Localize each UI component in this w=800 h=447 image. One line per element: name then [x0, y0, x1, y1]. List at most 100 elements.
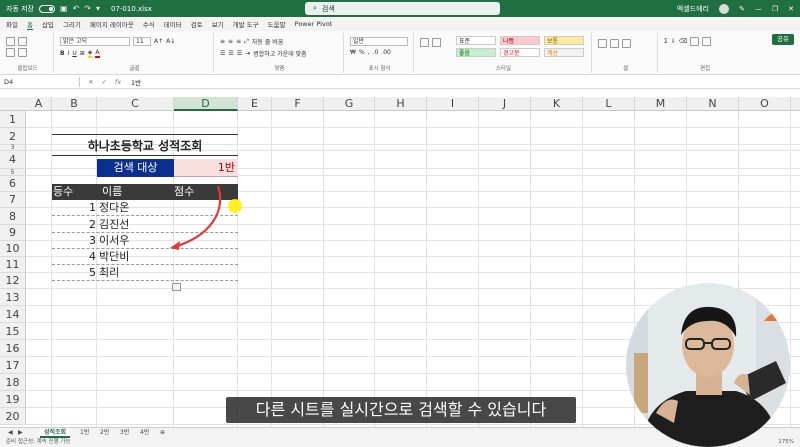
redo-icon[interactable]: ↷	[84, 4, 91, 13]
menu-power-pivot[interactable]: Power Pivot	[295, 20, 333, 28]
name-box[interactable]: D4	[0, 76, 80, 87]
rank-cell[interactable]: 5	[76, 265, 96, 281]
border-icon[interactable]: ⊞	[80, 50, 85, 57]
column-header-a[interactable]: A	[26, 97, 52, 111]
row-header-10[interactable]: 10	[0, 241, 26, 257]
row-header-19[interactable]: 19	[0, 391, 26, 408]
tab-sheet-4[interactable]: 4반	[136, 428, 153, 438]
formula-input[interactable]: 1반	[121, 77, 141, 87]
save-icon[interactable]: ▣	[60, 4, 68, 13]
row-header-7[interactable]: 7	[0, 192, 26, 208]
tab-scroll-right-icon[interactable]: ▶	[14, 428, 27, 438]
search-target-value[interactable]: 1반	[174, 159, 238, 177]
increase-decimal-icon[interactable]: .0	[373, 49, 379, 56]
add-sheet-icon[interactable]: ⊕	[156, 428, 169, 438]
row-header-1[interactable]: 1	[0, 111, 26, 128]
column-header-n[interactable]: N	[687, 97, 739, 111]
insert-cells-icon[interactable]	[598, 39, 607, 48]
find-select-icon[interactable]	[702, 37, 712, 46]
name-cell[interactable]: 최리	[99, 265, 119, 281]
row-header-4[interactable]: 4	[0, 151, 26, 169]
style-good[interactable]: 좋음	[456, 48, 496, 57]
search-box[interactable]: ⌕ 검색	[305, 2, 500, 15]
fill-color-icon[interactable]: ◈	[87, 49, 93, 58]
column-header-o[interactable]: O	[739, 97, 791, 111]
align-right-icon[interactable]: ☰	[237, 50, 242, 57]
currency-icon[interactable]: ₩	[350, 49, 356, 56]
minimize-icon[interactable]: —	[755, 5, 762, 13]
header-rank[interactable]: 등수	[53, 184, 74, 200]
user-avatar[interactable]	[718, 3, 729, 14]
font-name-field[interactable]: 맑은 고딕	[60, 37, 130, 46]
menu-insert[interactable]: 삽입	[42, 19, 54, 29]
row-header-12[interactable]: 12	[0, 273, 26, 289]
align-center-icon[interactable]: ☰	[228, 50, 233, 57]
search-target-label[interactable]: 검색 대상	[97, 159, 174, 177]
menu-home[interactable]: 홈	[26, 19, 33, 30]
conditional-format-icon[interactable]	[420, 38, 429, 47]
column-header-k[interactable]: K	[531, 97, 583, 111]
percent-icon[interactable]: %	[359, 49, 365, 56]
undo-icon[interactable]: ↶	[73, 4, 80, 13]
tab-sheet-3[interactable]: 3반	[116, 428, 133, 438]
number-format-field[interactable]: 일반	[350, 37, 408, 46]
row-header-8[interactable]: 8	[0, 208, 26, 225]
decrease-decimal-icon[interactable]: .00	[381, 49, 391, 56]
column-header-c[interactable]: C	[97, 97, 174, 111]
copy-icon[interactable]	[6, 48, 15, 57]
paste-options-icon[interactable]	[172, 283, 181, 291]
autosum-icon[interactable]: Σ	[664, 38, 668, 45]
column-header-f[interactable]: F	[272, 97, 324, 111]
close-icon[interactable]: ✕	[788, 5, 794, 13]
row-header-17[interactable]: 17	[0, 357, 26, 374]
align-bottom-icon[interactable]: ≡	[236, 38, 241, 45]
format-cells-icon[interactable]	[622, 39, 631, 48]
quick-access-dropdown-icon[interactable]: ▾	[96, 4, 100, 13]
column-header-l[interactable]: L	[583, 97, 635, 111]
menu-help[interactable]: 도움말	[268, 19, 286, 29]
user-name[interactable]: 엑셀드에리	[677, 4, 709, 14]
comma-icon[interactable]: ,	[368, 49, 370, 56]
cancel-icon[interactable]: ✕	[88, 78, 93, 86]
style-warning[interactable]: 경고문	[500, 48, 540, 57]
style-normal[interactable]: 표준	[456, 36, 496, 45]
cut-icon[interactable]	[18, 37, 27, 46]
row-header-13[interactable]: 13	[0, 289, 26, 306]
shrink-font-icon[interactable]: A↓	[166, 38, 175, 45]
restore-icon[interactable]: ❐	[772, 5, 778, 13]
rank-cell[interactable]: 4	[76, 249, 96, 265]
row-header-20[interactable]: 20	[0, 408, 26, 425]
clear-icon[interactable]: ⌫	[679, 38, 687, 45]
orientation-icon[interactable]: ⤢	[244, 38, 249, 46]
row-header-9[interactable]: 9	[0, 225, 26, 241]
row-header-16[interactable]: 16	[0, 340, 26, 357]
menu-page-layout[interactable]: 페이지 레이아웃	[90, 19, 134, 29]
style-calculation[interactable]: 계산	[544, 48, 584, 57]
format-as-table-icon[interactable]	[432, 38, 441, 47]
row-header-15[interactable]: 15	[0, 323, 26, 340]
menu-review[interactable]: 검토	[191, 19, 203, 29]
share-button[interactable]: 공유	[772, 34, 794, 45]
tab-sheet-1[interactable]: 1반	[76, 428, 93, 438]
menu-formulas[interactable]: 수식	[143, 19, 155, 29]
tab-sheet-2[interactable]: 2반	[96, 428, 113, 438]
name-cell[interactable]: 이서우	[99, 233, 129, 249]
style-bad[interactable]: 나쁨	[500, 36, 540, 45]
bold-icon[interactable]: B	[60, 50, 65, 57]
row-header-6[interactable]: 6	[0, 176, 26, 192]
column-header-h[interactable]: H	[375, 97, 427, 111]
align-left-icon[interactable]: ☰	[220, 50, 225, 57]
row-header-18[interactable]: 18	[0, 374, 26, 391]
delete-cells-icon[interactable]	[610, 39, 619, 48]
column-header-i[interactable]: I	[427, 97, 479, 111]
name-cell[interactable]: 박단비	[99, 249, 129, 265]
column-header-d[interactable]: D	[174, 97, 238, 111]
sheet-title[interactable]: 하나초등학교 성적조회	[52, 134, 238, 156]
grow-font-icon[interactable]: A↑	[154, 38, 163, 45]
italic-icon[interactable]: I	[68, 50, 70, 57]
fill-icon[interactable]: ⇩	[671, 38, 676, 45]
format-painter-icon[interactable]	[18, 48, 27, 57]
autosave-toggle[interactable]	[39, 4, 55, 13]
align-top-icon[interactable]: ≡	[220, 38, 225, 45]
row-header-5[interactable]: 5	[0, 169, 26, 176]
